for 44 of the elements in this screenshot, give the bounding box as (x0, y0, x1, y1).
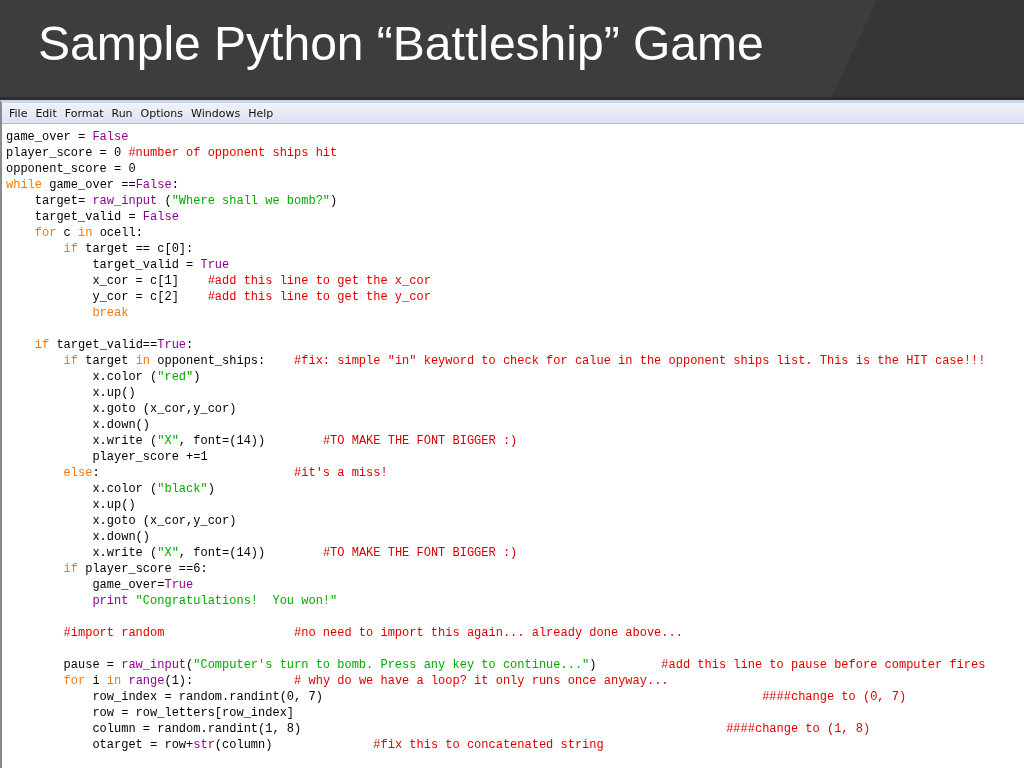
menu-item[interactable]: Options (137, 106, 189, 120)
code-line: player_score +=1 (91, 449, 209, 465)
code-line: print "Congratulations! You won!" (91, 593, 339, 609)
menu-item[interactable]: Run (108, 106, 138, 120)
menu-item[interactable]: Windows (188, 106, 246, 120)
code-line: x.color ("red") (91, 369, 202, 385)
code-line: if target == c[0]: (62, 241, 195, 257)
code-line: row_index = random.randint(0, 7) ####change to (0, 7) (91, 689, 908, 705)
menu-item[interactable]: Edit (32, 106, 62, 120)
code-line: x.write ("X", font=(14)) #TO MAKE THE FONT BIGGER :) (91, 545, 519, 561)
code-line: player_score = 0 #number of opponent ships hit (6, 145, 339, 161)
code-line: else: #it's a miss! (62, 465, 389, 481)
code-line: target= raw_input ("Where shall we bomb?") (33, 193, 339, 209)
code-line: opponent_score = 0 (6, 161, 137, 177)
code-line: game_over = False (6, 129, 130, 145)
code-line: x_cor = c[1] #add this line to get the x_cor (91, 273, 432, 289)
code-line: pause = raw_input("Computer's turn to bomb. Press any key to continue...") #add this line to pause before computer fires (62, 657, 987, 673)
code-line: break (91, 305, 130, 321)
slide-title: Sample Python “Battleship” Game (38, 16, 764, 71)
code-line: x.up() (91, 497, 137, 513)
code-line: y_cor = c[2] #add this line to get the y_cor (91, 289, 432, 305)
code-line: x.down() (91, 529, 152, 545)
code-line: x.write ("X", font=(14)) #TO MAKE THE FONT BIGGER :) (91, 433, 519, 449)
code-line: for c in ocell: (33, 225, 144, 241)
code-line: if player_score ==6: (62, 561, 209, 577)
code-line: #import random #no need to import this again... already done above... (62, 625, 684, 641)
code-line: while game_over ==False: (6, 177, 180, 193)
code-line: x.down() (91, 417, 152, 433)
code-line: target_valid = True (91, 257, 231, 273)
code-line: row = row_letters[row_index] (91, 705, 296, 721)
code-line: x.color ("black") (91, 481, 216, 497)
menu-item[interactable]: Format (61, 106, 109, 120)
code-line: otarget = row+str(column) #fix this to concatenated string (91, 737, 605, 753)
code-line: x.goto (x_cor,y_cor) (91, 513, 238, 529)
code-line: game_over=True (91, 577, 195, 593)
menu-item[interactable]: File (6, 106, 33, 120)
code-line: if target_valid==True: (33, 337, 195, 353)
menu-item[interactable]: Help (245, 106, 279, 120)
code-line: target_valid = False (33, 209, 180, 225)
code-line: column = random.randint(1, 8) ####change to (1, 8) (91, 721, 872, 737)
code-line: for i in range(1): # why do we have a loop? it only runs once anyway... (62, 673, 670, 689)
code-line: if target in opponent_ships: #fix: simple "in" keyword to check for calue in the opponent ships list. This is the HIT case!!! (62, 353, 987, 369)
code-line: x.goto (x_cor,y_cor) (91, 401, 238, 417)
code-line: x.up() (91, 385, 137, 401)
